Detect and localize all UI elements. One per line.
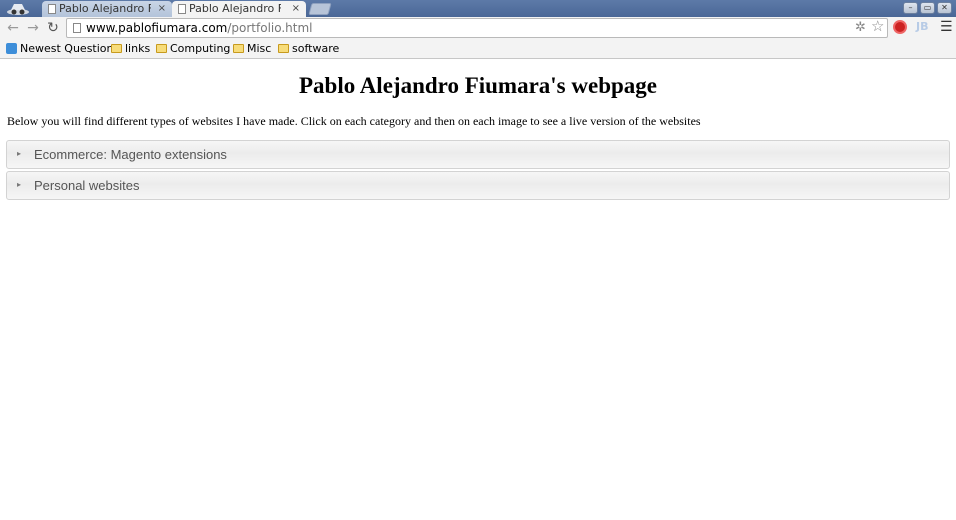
forward-arrow-icon[interactable]: → (25, 20, 41, 36)
accordion-personal-websites[interactable]: ▸ Personal websites (6, 171, 950, 200)
new-tab-button[interactable] (308, 3, 332, 15)
bookmark-label: Computing (170, 42, 231, 55)
jetbrains-extension-icon[interactable]: JB (916, 20, 928, 33)
page-icon (73, 23, 81, 33)
bookmark-label: Misc (247, 42, 272, 55)
maximize-button[interactable]: ▭ (920, 2, 935, 14)
bookmarks-bar: Newest Question links Computing Misc sof… (0, 39, 956, 59)
back-arrow-icon[interactable]: ← (5, 20, 21, 36)
page-icon (178, 4, 186, 14)
collapsed-arrow-icon: ▸ (17, 149, 22, 158)
bookmark-star-icon[interactable]: ☆ (871, 19, 884, 34)
browser-toolbar: ← → ↻ www.pablofiumara.com/portfolio.htm… (0, 17, 956, 39)
menu-icon[interactable]: ☰ (940, 19, 953, 35)
folder-icon (156, 44, 167, 53)
url-text: www.pablofiumara.com/portfolio.html (86, 21, 313, 35)
close-window-button[interactable]: ✕ (937, 2, 952, 14)
url-host: www.pablofiumara.com (86, 21, 228, 35)
page-icon (48, 4, 56, 14)
minimize-button[interactable]: – (903, 2, 918, 14)
url-path: /portfolio.html (227, 21, 313, 35)
address-bar[interactable]: www.pablofiumara.com/portfolio.html ✲ ☆ (66, 18, 888, 38)
tab-active[interactable]: Pablo Alejandro Fiu × (172, 1, 306, 17)
bookmark-label: software (292, 42, 340, 55)
folder-icon (278, 44, 289, 53)
incognito-icon (7, 4, 29, 15)
extension-icon[interactable] (893, 20, 907, 34)
stackoverflow-icon (6, 43, 17, 54)
folder-icon (233, 44, 244, 53)
tab-close-icon[interactable]: × (292, 1, 300, 16)
tab-inactive[interactable]: Pablo Alejandro Fiu × (42, 1, 172, 17)
folder-icon (111, 44, 122, 53)
bookmark-label: Newest Question (20, 42, 114, 55)
page-content: Pablo Alejandro Fiumara's webpage Below … (0, 60, 956, 520)
bookmark-label: links (125, 42, 151, 55)
tab-title: Pablo Alejandro Fiu (189, 2, 281, 15)
tab-strip: Pablo Alejandro Fiu × Pablo Alejandro Fi… (0, 0, 956, 17)
accordion-label: Personal websites (34, 178, 140, 193)
settings-gear-icon[interactable]: ✲ (855, 21, 866, 35)
reload-icon[interactable]: ↻ (45, 20, 61, 36)
accordion-label: Ecommerce: Magento extensions (34, 147, 227, 162)
accordion-ecommerce[interactable]: ▸ Ecommerce: Magento extensions (6, 140, 950, 169)
tab-title: Pablo Alejandro Fiu (59, 2, 151, 15)
intro-text: Below you will find different types of w… (7, 114, 701, 128)
collapsed-arrow-icon: ▸ (17, 180, 22, 189)
tab-close-icon[interactable]: × (158, 1, 166, 16)
page-title: Pablo Alejandro Fiumara's webpage (298, 73, 657, 98)
